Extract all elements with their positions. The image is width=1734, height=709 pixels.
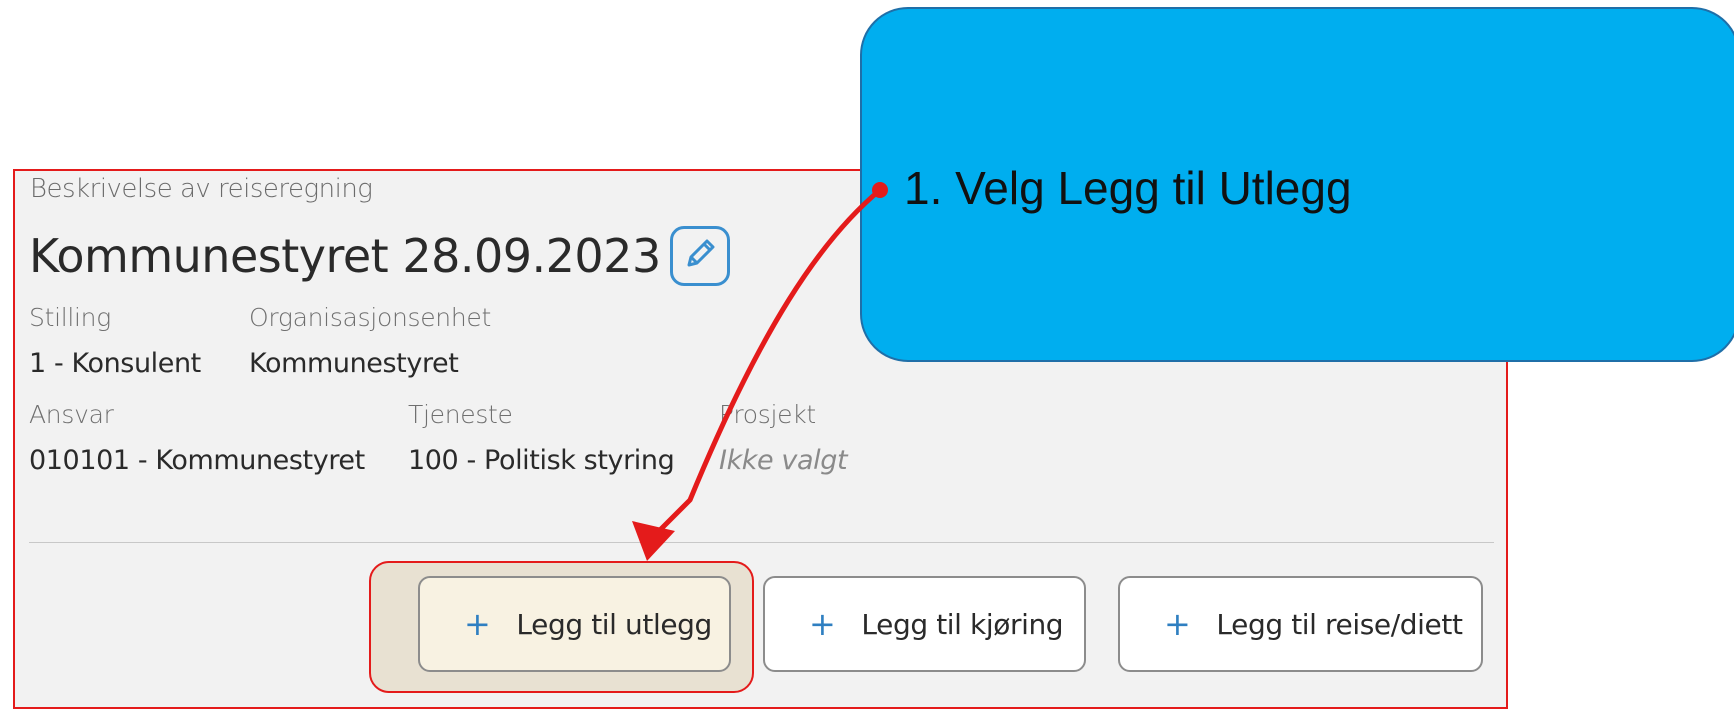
- arrow-head: [632, 521, 675, 561]
- arrow-line: [657, 187, 883, 533]
- pointer-arrow: [632, 182, 888, 561]
